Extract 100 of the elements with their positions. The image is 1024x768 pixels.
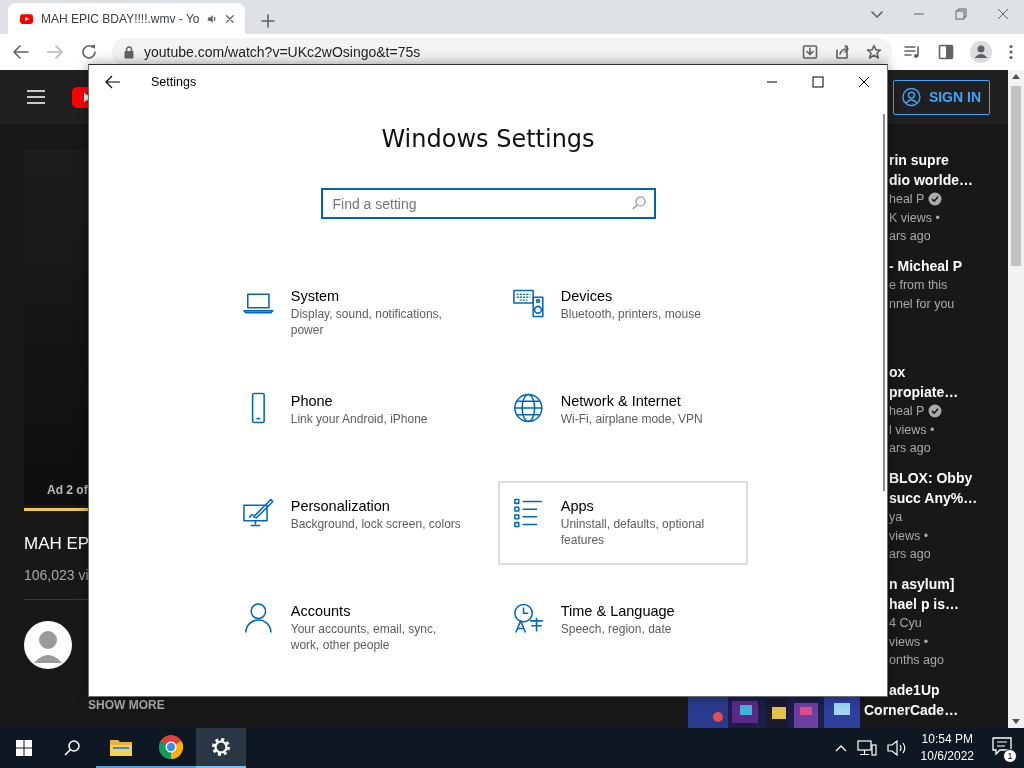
video-title[interactable]: propiate…: [889, 382, 1008, 402]
settings-category[interactable]: Devices Bluetooth, printers, mouse: [498, 271, 748, 355]
globe-icon: [512, 391, 545, 425]
video-title[interactable]: ade1Up: [889, 680, 1008, 700]
avatar[interactable]: [24, 621, 72, 669]
video-meta: nnel for you: [889, 295, 956, 313]
category-description: Link your Android, iPhone: [290, 411, 429, 427]
search-icon: [631, 196, 646, 210]
category-name: Phone: [290, 392, 334, 411]
settings-category[interactable]: Time & Language Speech, region, date: [498, 586, 748, 670]
taskbar-app[interactable]: [196, 728, 246, 768]
settings-category[interactable]: System Display, sound, notifications, power: [228, 271, 478, 355]
video-logo-icon: [20, 12, 33, 25]
category-name: Devices: [560, 287, 614, 306]
menu-icon[interactable]: [1008, 44, 1014, 60]
channel-name: 4 Cyu: [889, 615, 922, 632]
category-description: Uninstall, defaults, optional features: [560, 516, 706, 548]
menu-icon[interactable]: [27, 90, 45, 104]
network-icon[interactable]: [856, 739, 877, 757]
star-icon[interactable]: [866, 44, 882, 60]
scroll-up-icon[interactable]: [1012, 74, 1020, 79]
chrome-logo-icon: [159, 735, 183, 759]
channel-name: heal P: [889, 191, 925, 208]
video-title[interactable]: - Micheal P: [889, 256, 1008, 276]
ad-label: Ad 2 of: [47, 483, 88, 497]
folder-icon: [110, 738, 132, 756]
lock-icon: [124, 45, 134, 59]
scroll-bar[interactable]: [883, 114, 885, 491]
media-list-icon[interactable]: [904, 44, 922, 60]
profile-icon[interactable]: [970, 41, 992, 63]
list-icon: [512, 496, 545, 530]
video-logo-icon[interactable]: [72, 86, 88, 108]
video-title: MAH EP: [24, 533, 88, 555]
category-description: Background, lock screen, colors: [290, 516, 462, 532]
category-name: Apps: [560, 497, 595, 516]
window-title: Settings: [151, 75, 197, 89]
search-field[interactable]: Find a setting: [320, 188, 656, 219]
speaker-icon[interactable]: [207, 12, 218, 25]
video-title[interactable]: rin supre: [889, 150, 1008, 170]
channel-name: heal P: [889, 403, 925, 420]
sign-in-button[interactable]: SIGN IN: [893, 79, 990, 115]
windows-logo-icon: [16, 740, 32, 756]
category-description: Display, sound, notifications, power: [290, 306, 443, 338]
settings-category[interactable]: Network & Internet Wi-Fi, airplane mode, VPN: [498, 376, 748, 460]
video-meta: views •: [889, 527, 930, 545]
share-icon[interactable]: [834, 44, 850, 60]
video-meta: l views •: [889, 421, 936, 439]
category-description: Speech, region, date: [560, 621, 673, 637]
scroll-down-icon[interactable]: [1012, 719, 1020, 724]
video-meta: views •: [889, 633, 930, 651]
user-circle-icon: [902, 87, 921, 107]
scroll-thumb[interactable]: [1011, 86, 1021, 266]
scroll-bar[interactable]: [1008, 70, 1024, 728]
category-name: Accounts: [290, 602, 352, 621]
settings-category[interactable]: Accounts Your accounts, email, sync, work, other people: [228, 586, 478, 670]
reload-icon[interactable]: [80, 43, 98, 61]
download-icon[interactable]: [802, 44, 818, 60]
video-title[interactable]: succ Any%…: [889, 488, 1008, 508]
notification-count: 1: [1003, 749, 1017, 763]
back-icon[interactable]: [105, 75, 121, 89]
category-name: Time & Language: [560, 602, 676, 621]
search-icon: [64, 740, 80, 756]
video-title[interactable]: CornerCade…: [864, 700, 1008, 720]
video-meta: ars ago: [889, 228, 932, 245]
chevron-up-icon[interactable]: [834, 744, 847, 752]
settings-category[interactable]: Apps Uninstall, defaults, optional features: [498, 481, 748, 565]
category-description: Bluetooth, printers, mouse: [560, 306, 702, 322]
url-text: youtube.com/watch?v=UKc2wOsingo&t=75s: [144, 44, 422, 60]
chevron-down-icon[interactable]: [871, 8, 883, 20]
settings-category[interactable]: Phone Link your Android, iPhone: [228, 376, 478, 460]
gear-icon: [211, 737, 231, 757]
video-title[interactable]: ox: [889, 362, 1008, 382]
plus-icon[interactable]: [261, 14, 275, 28]
clock-icon: [512, 601, 545, 635]
category-description: Your accounts, email, sync, work, other people: [290, 621, 438, 653]
video-meta: ars ago: [889, 440, 932, 457]
tab-title: MAH EPIC BDAY!!!!.wmv - Yo: [41, 11, 200, 26]
restore-icon[interactable]: [955, 8, 967, 20]
video-title[interactable]: n asylum]: [889, 574, 1008, 594]
side-panel-icon[interactable]: [938, 44, 954, 60]
video-meta: ars ago: [889, 546, 932, 563]
channel-name: ya: [889, 509, 903, 526]
video-title[interactable]: BLOX: Obby: [889, 468, 1008, 488]
video-title[interactable]: hael p is…: [889, 594, 1008, 614]
settings-category[interactable]: Personalization Background, lock screen, colors: [228, 481, 478, 565]
video-meta: e from this: [889, 277, 949, 294]
clock[interactable]: 10:54 PM 10/6/2022: [920, 731, 974, 765]
show-more-link[interactable]: SHOW MORE: [88, 698, 165, 712]
video-title[interactable]: dio worlde…: [889, 170, 1008, 190]
browser-tab[interactable]: MAH EPIC BDAY!!!!.wmv - Yo: [8, 3, 245, 34]
category-name: System: [290, 287, 341, 306]
view-count: 106,023 vi: [24, 566, 88, 585]
back-icon[interactable]: [12, 43, 30, 61]
address-bar[interactable]: youtube.com/watch?v=UKc2wOsingo&t=75s: [112, 38, 892, 66]
video-player[interactable]: Ad 2 of: [24, 150, 88, 505]
video-meta: K views •: [889, 209, 941, 227]
notification-icon[interactable]: [992, 737, 1012, 755]
page-heading: Windows Settings: [381, 124, 595, 154]
category-name: Personalization: [290, 497, 391, 516]
volume-icon[interactable]: [886, 740, 907, 756]
